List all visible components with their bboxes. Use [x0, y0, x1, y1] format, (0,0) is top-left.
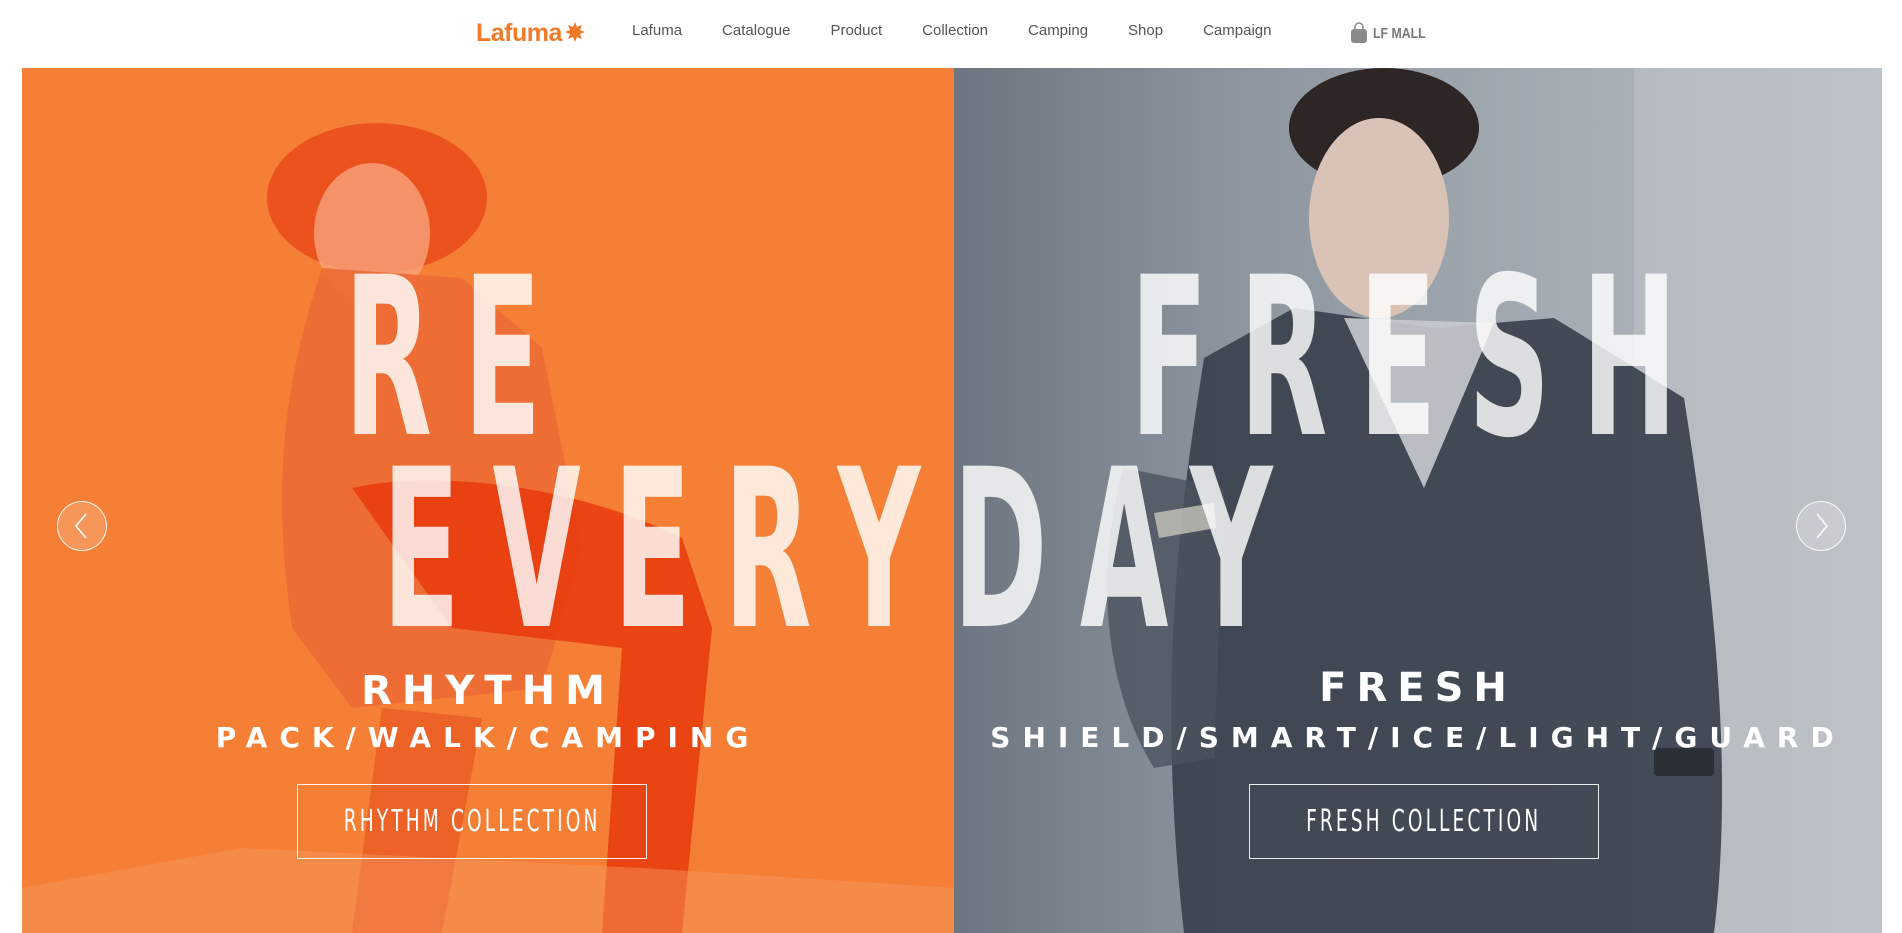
prev-slide-button[interactable] — [57, 501, 107, 551]
nav-item-lafuma[interactable]: Lafuma — [632, 22, 682, 39]
rhythm-collection-label: RHYTHM COLLECTION — [343, 804, 601, 839]
fresh-collection-label: FRESH COLLECTION — [1306, 804, 1542, 839]
site-header: Lafuma Lafuma Catalogue Product Collecti… — [0, 0, 1902, 68]
leaf-icon — [564, 22, 585, 42]
nav-item-campaign[interactable]: Campaign — [1203, 22, 1271, 39]
lf-mall-link[interactable]: LF MALL — [1349, 22, 1437, 44]
rhythm-subtitle: PACK/WALK/CAMPING — [215, 721, 761, 754]
shopping-bag-icon — [1351, 22, 1367, 43]
rhythm-collection-button[interactable]: RHYTHM COLLECTION — [297, 784, 647, 859]
lf-mall-label: LF MALL — [1373, 24, 1426, 42]
nav-item-collection[interactable]: Collection — [922, 22, 988, 39]
chevron-right-icon — [1816, 513, 1829, 539]
logo-text: Lafuma — [476, 18, 562, 47]
chevron-left-icon — [74, 513, 87, 539]
nav-item-camping[interactable]: Camping — [1028, 22, 1088, 39]
headline-everyday: EVERYDAY — [382, 422, 1305, 678]
hero-banner: RHYTHM PACK/WALK/CAMPING RHYTHM COLLECTI… — [22, 68, 1882, 933]
nav-item-product[interactable]: Product — [830, 22, 882, 39]
lafuma-logo[interactable]: Lafuma — [476, 18, 587, 48]
nav-item-shop[interactable]: Shop — [1128, 22, 1163, 39]
nav-item-catalogue[interactable]: Catalogue — [722, 22, 790, 39]
next-slide-button[interactable] — [1796, 501, 1846, 551]
fresh-collection-button[interactable]: FRESH COLLECTION — [1249, 784, 1599, 859]
main-nav: Lafuma Catalogue Product Collection Camp… — [632, 22, 1311, 39]
fresh-subtitle: SHIELD/SMART/ICE/LIGHT/GUARD — [990, 721, 1846, 754]
